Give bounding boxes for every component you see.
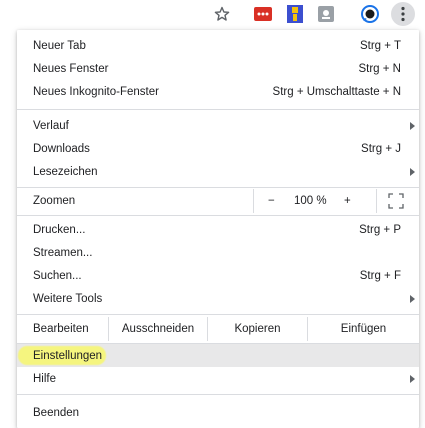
menu-item-history[interactable]: Verlauf [17, 114, 419, 137]
submenu-arrow-icon [410, 167, 415, 176]
chrome-main-menu: Neuer Tab Strg + T Neues Fenster Strg + … [17, 30, 419, 428]
menu-item-downloads[interactable]: Downloads Strg + J [17, 137, 419, 160]
menu-item-cast[interactable]: Streamen... [17, 241, 419, 264]
menu-item-label: Verlauf [33, 119, 69, 132]
menu-item-label: Neuer Tab [33, 39, 86, 52]
menu-item-label: Downloads [33, 142, 90, 155]
menu-item-print[interactable]: Drucken... Strg + P [17, 218, 419, 241]
copy-button-label: Kopieren [234, 323, 281, 335]
menu-item-shortcut: Strg + T [359, 39, 401, 52]
menu-item-label: Beenden [33, 406, 80, 419]
more-menu-button[interactable] [391, 2, 415, 26]
menu-item-find[interactable]: Suchen... Strg + F [17, 264, 419, 287]
menu-item-exit[interactable]: Beenden [17, 401, 419, 424]
menu-separator [17, 187, 419, 188]
menu-item-shortcut: Strg + F [359, 269, 401, 282]
menu-separator [17, 314, 419, 315]
menu-item-settings[interactable]: Einstellungen [17, 344, 419, 367]
zoom-out-button[interactable]: − [268, 195, 275, 207]
menu-separator [17, 109, 419, 110]
menu-item-new-window[interactable]: Neues Fenster Strg + N [17, 57, 419, 80]
zoom-label: Zoomen [33, 195, 76, 207]
gray-extension-icon[interactable] [316, 4, 336, 24]
menu-separator [17, 215, 419, 216]
menu-item-more-tools[interactable]: Weitere Tools [17, 287, 419, 310]
menu-item-new-tab[interactable]: Neuer Tab Strg + T [17, 34, 419, 57]
menu-item-shortcut: Strg + P [359, 223, 401, 236]
menu-item-shortcut: Strg + J [361, 142, 401, 155]
profile-icon[interactable] [360, 4, 380, 24]
submenu-arrow-icon [410, 294, 415, 303]
cut-button[interactable]: Ausschneiden [108, 317, 207, 341]
menu-item-label: Streamen... [33, 246, 93, 259]
menu-item-label: Hilfe [33, 372, 57, 385]
submenu-arrow-icon [410, 121, 415, 130]
paste-button[interactable]: Einfügen [307, 317, 419, 341]
menu-item-label: Neues Inkognito-Fenster [33, 85, 159, 98]
zoom-level: 100 % [294, 195, 327, 207]
fullscreen-icon[interactable] [388, 193, 404, 209]
menu-item-label: Neues Fenster [33, 62, 109, 75]
menu-item-label: Drucken... [33, 223, 86, 236]
menu-item-shortcut: Strg + Umschalttaste + N [272, 85, 401, 98]
menu-item-edit: Bearbeiten Ausschneiden Kopieren Einfüge… [17, 317, 419, 341]
edit-label: Bearbeiten [33, 323, 89, 335]
cut-button-label: Ausschneiden [121, 323, 195, 335]
submenu-arrow-icon [410, 374, 415, 383]
menu-item-label: Lesezeichen [33, 165, 98, 178]
menu-item-new-incognito-window[interactable]: Neues Inkognito-Fenster Strg + Umschaltt… [17, 80, 419, 103]
menu-item-bookmarks[interactable]: Lesezeichen [17, 160, 419, 183]
menu-item-label: Suchen... [33, 269, 82, 282]
menu-item-label: Einstellungen [33, 349, 103, 362]
paste-button-label: Einfügen [340, 323, 387, 335]
more-menu-icon [401, 6, 405, 22]
menu-item-label: Weitere Tools [33, 292, 103, 305]
menu-item-help[interactable]: Hilfe [17, 367, 419, 390]
menu-item-zoom: Zoomen − 100 % + [17, 189, 419, 213]
menu-separator [17, 394, 419, 395]
zoom-in-button[interactable]: + [344, 195, 351, 207]
bookmark-star-icon[interactable] [212, 4, 232, 24]
red-extension-icon[interactable] [253, 4, 273, 24]
menu-item-shortcut: Strg + N [358, 62, 401, 75]
zoom-controls: − 100 % + [253, 189, 377, 213]
blue-extension-icon[interactable] [285, 4, 305, 24]
browser-toolbar [0, 0, 425, 28]
copy-button[interactable]: Kopieren [207, 317, 307, 341]
